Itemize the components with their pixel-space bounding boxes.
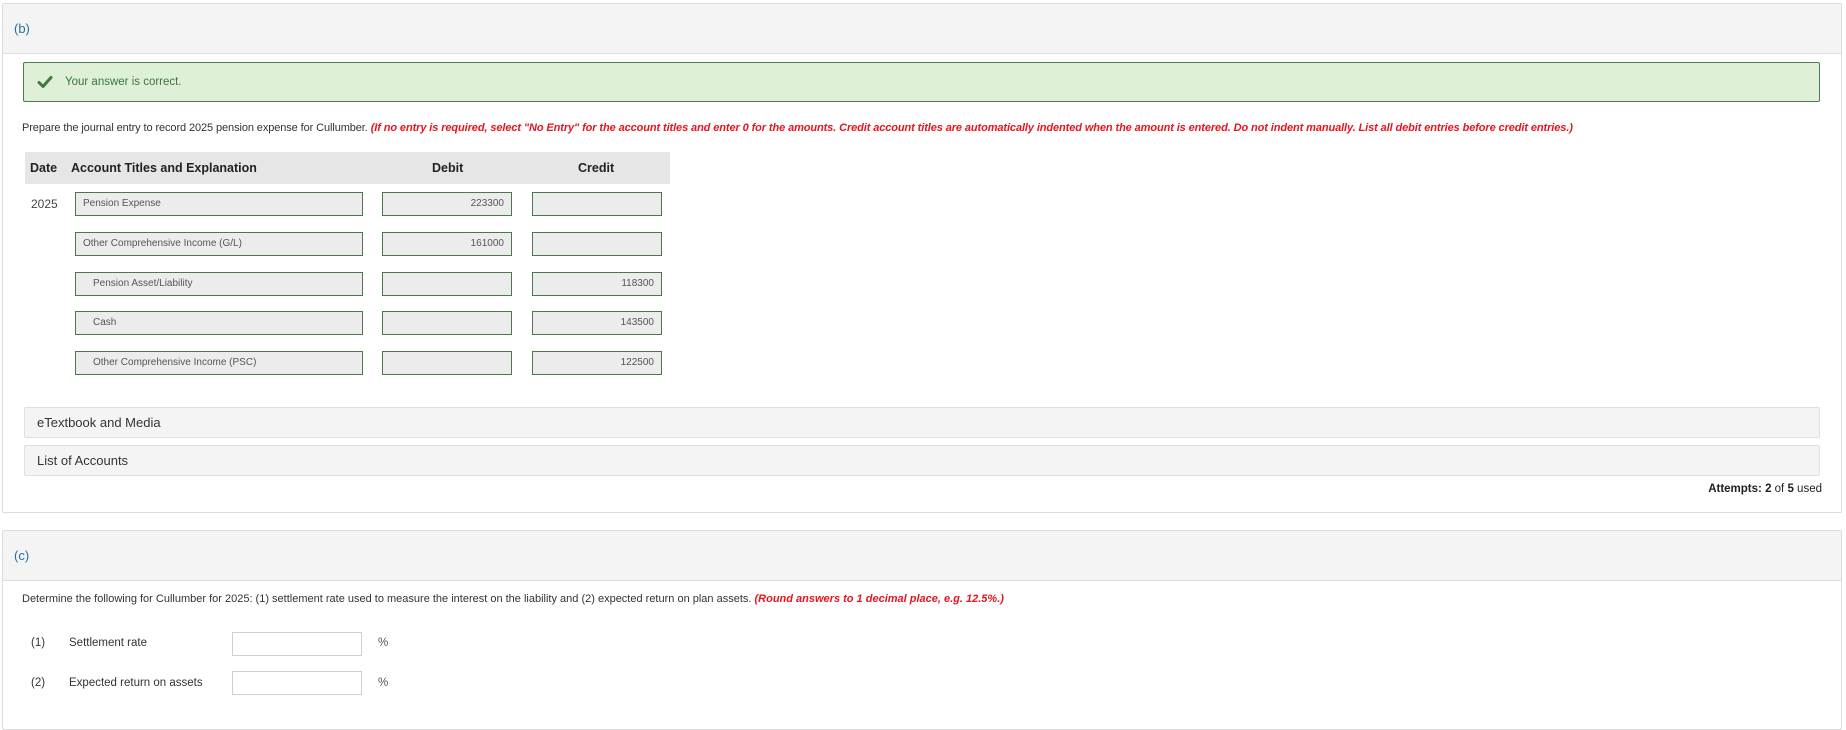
- percent-unit: %: [378, 677, 389, 689]
- account-title-select[interactable]: Pension Expense: [75, 192, 363, 216]
- debit-input[interactable]: [382, 311, 512, 335]
- section-b-label: (b): [14, 21, 30, 36]
- list-of-accounts-toggle[interactable]: List of Accounts: [24, 445, 1820, 476]
- header-debit: Debit: [432, 161, 464, 175]
- attempts-prefix: Attempts:: [1708, 483, 1766, 495]
- credit-input[interactable]: 118300: [532, 272, 662, 296]
- account-title-select[interactable]: Other Comprehensive Income (PSC): [75, 351, 363, 375]
- journal-table-header: Date Account Titles and Explanation Debi…: [25, 152, 670, 184]
- section-c-header: (c): [3, 531, 1841, 581]
- section-c-label: (c): [14, 548, 30, 563]
- settlement-rate-label: Settlement rate: [69, 637, 147, 649]
- attempts-suffix: used: [1793, 483, 1822, 495]
- expected-return-input[interactable]: [232, 671, 362, 695]
- section-b-header: (b): [3, 4, 1841, 54]
- header-date: Date: [30, 161, 58, 175]
- feedback-text: Your answer is correct.: [65, 76, 182, 88]
- account-title-select[interactable]: Cash: [75, 311, 363, 335]
- percent-unit: %: [378, 637, 389, 649]
- attempts-of: of: [1771, 483, 1788, 495]
- journal-instruction: Prepare the journal entry to record 2025…: [22, 122, 1573, 134]
- instruction-note: (If no entry is required, select "No Ent…: [370, 122, 1573, 134]
- account-title-select[interactable]: Pension Asset/Liability: [75, 272, 363, 296]
- debit-input[interactable]: 161000: [382, 232, 512, 256]
- rates-instruction: Determine the following for Cullumber fo…: [22, 593, 1004, 605]
- list-of-accounts-label: List of Accounts: [37, 453, 129, 468]
- instruction-text: Prepare the journal entry to record 2025…: [22, 122, 368, 134]
- question-number: (1): [31, 637, 46, 649]
- header-credit: Credit: [578, 161, 615, 175]
- section-c: (c): [2, 530, 1842, 730]
- attempts-counter: Attempts: 2 of 5 used: [1708, 483, 1822, 495]
- settlement-rate-input[interactable]: [232, 632, 362, 656]
- header-account: Account Titles and Explanation: [71, 161, 257, 175]
- credit-input[interactable]: 122500: [532, 351, 662, 375]
- check-icon: [37, 76, 53, 88]
- correct-answer-banner: Your answer is correct.: [23, 62, 1820, 102]
- instruction-text: Determine the following for Cullumber fo…: [22, 593, 752, 605]
- credit-input[interactable]: 143500: [532, 311, 662, 335]
- debit-input[interactable]: [382, 272, 512, 296]
- debit-input[interactable]: 223300: [382, 192, 512, 216]
- instruction-note: (Round answers to 1 decimal place, e.g. …: [754, 593, 1004, 605]
- etextbook-label: eTextbook and Media: [37, 415, 161, 430]
- entry-date: 2025: [31, 197, 58, 211]
- account-title-select[interactable]: Other Comprehensive Income (G/L): [75, 232, 363, 256]
- credit-input[interactable]: [532, 232, 662, 256]
- credit-input[interactable]: [532, 192, 662, 216]
- question-number: (2): [31, 677, 46, 689]
- etextbook-media-toggle[interactable]: eTextbook and Media: [24, 407, 1820, 438]
- expected-return-label: Expected return on assets: [69, 677, 203, 689]
- debit-input[interactable]: [382, 351, 512, 375]
